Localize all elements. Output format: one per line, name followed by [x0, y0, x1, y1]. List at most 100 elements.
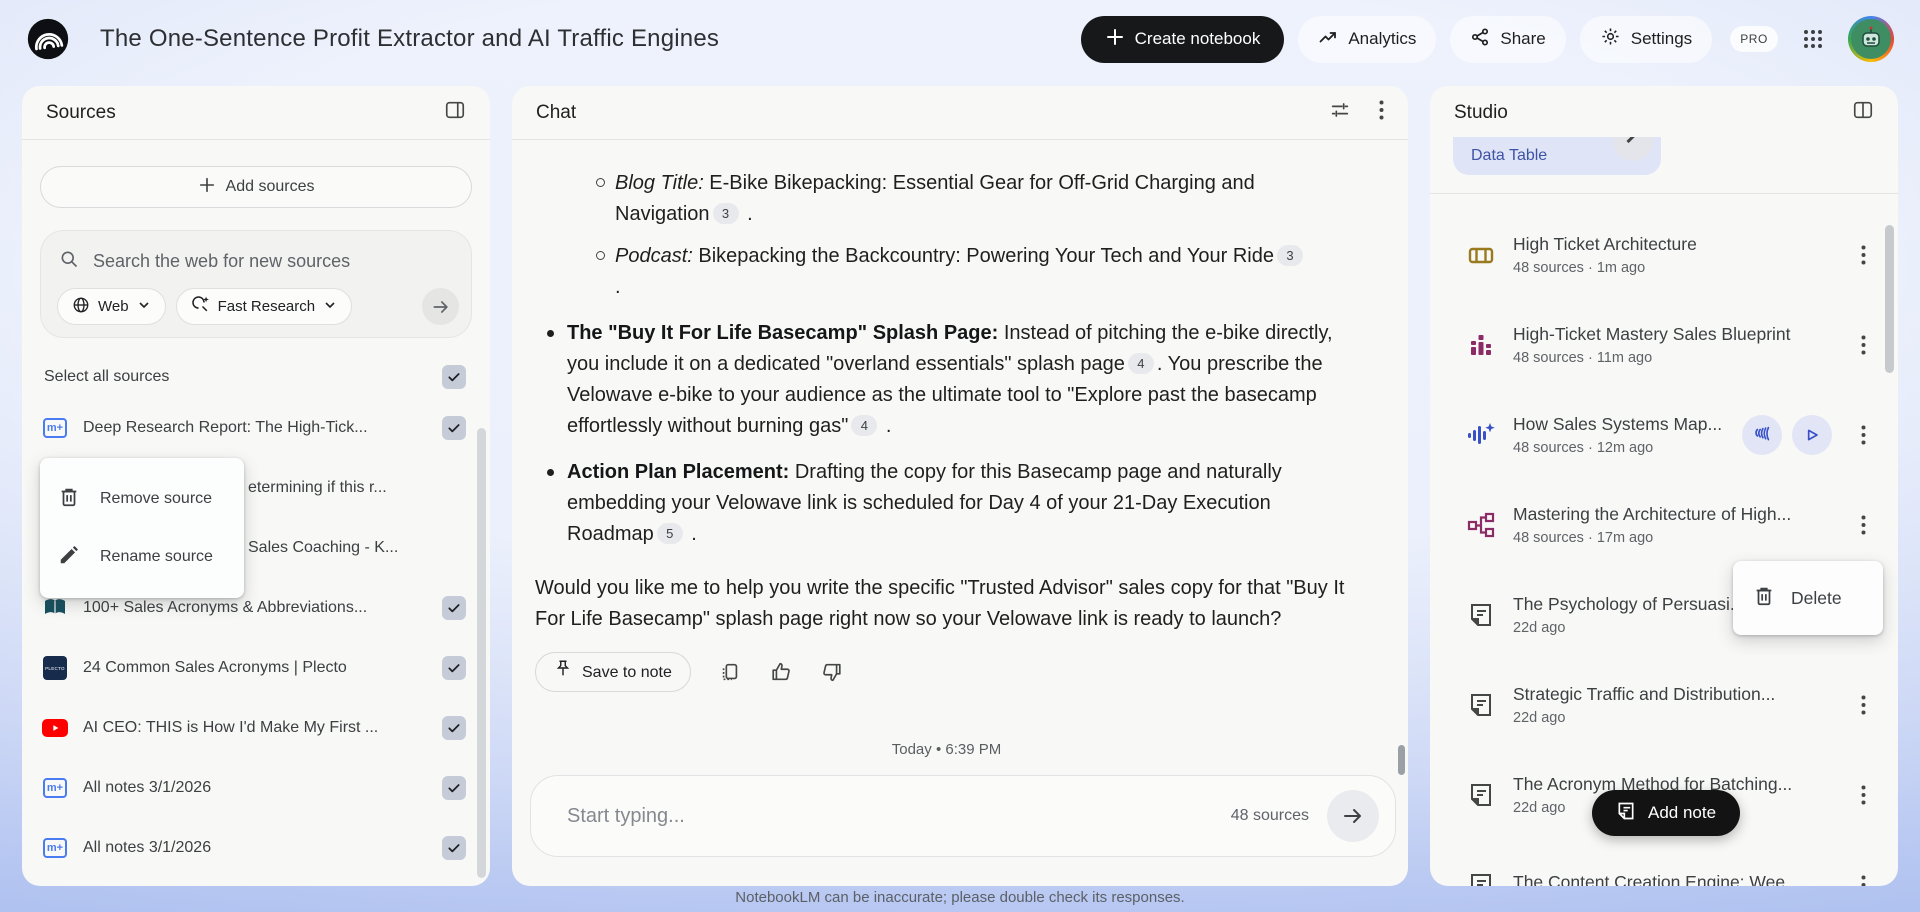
studio-item[interactable]: Mastering the Architecture of High... 48 … [1430, 480, 1898, 570]
search-icon [59, 249, 79, 274]
citation-chip[interactable]: 5 [656, 523, 683, 544]
source-checkbox[interactable] [442, 776, 466, 800]
search-submit-button[interactable] [422, 288, 459, 325]
apps-grid-icon[interactable] [1798, 24, 1828, 54]
source-row[interactable]: m+ Deep Research Report: The High-Tick..… [40, 398, 472, 458]
chat-sub-bullet: Podcast: Bikepacking the Backcountry: Po… [596, 241, 1308, 303]
citation-chip[interactable]: 4 [1127, 353, 1154, 374]
chat-bullet: Action Plan Placement: Drafting the copy… [547, 457, 1339, 550]
thumb-up-icon[interactable] [769, 660, 793, 684]
save-to-note-button[interactable]: Save to note [535, 652, 691, 692]
sparkle-search-icon [191, 295, 210, 318]
chat-closing-question: Would you like me to help you write the … [535, 577, 1345, 630]
avatar-robot-image [1851, 19, 1891, 59]
trash-icon [1753, 585, 1775, 612]
plecto-favicon: PLECTO [42, 655, 68, 681]
chat-date-divider: Today • 6:39 PM [891, 741, 1002, 758]
chat-header: Chat [512, 86, 1408, 140]
studio-panel: Studio Data Table High Ticket Architectu… [1430, 86, 1898, 886]
collapse-panel-icon[interactable] [444, 99, 466, 127]
kebab-icon[interactable] [1850, 420, 1876, 450]
delete-menu-item[interactable]: Delete [1733, 561, 1883, 635]
note-add-icon [1616, 801, 1636, 826]
source-checkbox[interactable] [442, 596, 466, 620]
citation-chip[interactable]: 3 [712, 203, 739, 224]
rename-source-menu-item[interactable]: Rename source [40, 528, 244, 586]
share-button[interactable]: Share [1450, 15, 1566, 63]
thumb-down-icon[interactable] [820, 660, 844, 684]
search-input[interactable] [93, 251, 455, 272]
kebab-icon[interactable] [1850, 510, 1876, 540]
source-count-label: 48 sources [1230, 807, 1309, 824]
studio-scroll-area: Data Table High Ticket Architecture 48 so… [1430, 137, 1898, 886]
studio-item[interactable]: High-Ticket Mastery Sales Blueprint 48 so… [1430, 300, 1898, 390]
chat-bullet: The "Buy It For Life Basecamp" Splash Pa… [547, 318, 1339, 442]
studio-item[interactable]: The Content Creation Engine: Wee... [1430, 840, 1898, 886]
chat-title: Chat [536, 101, 577, 123]
chat-scrollbar[interactable] [1398, 745, 1405, 775]
source-row[interactable]: m+ All notes 3/1/2026 [40, 818, 472, 878]
source-checkbox[interactable] [442, 416, 466, 440]
web-search-box: Web Fast Research [40, 230, 472, 338]
select-all-row: Select all sources [40, 358, 472, 396]
audio-waveform-icon [1466, 420, 1496, 450]
research-mode-chip[interactable]: Fast Research [175, 288, 353, 325]
add-note-button[interactable]: Add note [1592, 790, 1741, 836]
avatar[interactable] [1848, 16, 1894, 62]
interactive-mode-button[interactable] [1742, 415, 1782, 455]
kebab-icon[interactable] [1850, 690, 1876, 720]
studio-list: High Ticket Architecture 48 sources · 1m … [1430, 210, 1898, 886]
studio-scrollbar[interactable] [1885, 225, 1894, 373]
citation-chip[interactable]: 4 [851, 415, 878, 436]
globe-icon [72, 296, 90, 318]
copy-icon[interactable] [718, 660, 742, 684]
citation-chip[interactable]: 3 [1276, 245, 1303, 266]
chat-input[interactable] [567, 804, 1231, 828]
tune-icon[interactable] [1329, 99, 1351, 127]
play-button[interactable] [1792, 415, 1832, 455]
create-notebook-button[interactable]: Create notebook [1080, 15, 1285, 63]
pro-badge: PRO [1730, 26, 1778, 52]
select-all-checkbox[interactable] [442, 365, 466, 389]
trending-up-icon [1318, 27, 1338, 52]
settings-button[interactable]: Settings [1579, 15, 1713, 63]
kebab-icon[interactable] [1850, 780, 1876, 810]
add-sources-button[interactable]: Add sources [40, 166, 472, 208]
pencil-icon [58, 544, 80, 571]
studio-title: Studio [1454, 102, 1508, 123]
studio-item[interactable]: Strategic Traffic and Distribution... 22d… [1430, 660, 1898, 750]
flashcards-icon [1466, 240, 1496, 270]
chevron-down-icon [137, 298, 151, 316]
kebab-icon[interactable] [1850, 870, 1876, 886]
sources-scrollbar[interactable] [477, 428, 486, 878]
search-filters: Web Fast Research [57, 288, 459, 325]
divider [1430, 193, 1898, 194]
studio-item[interactable]: High Ticket Architecture 48 sources · 1m … [1430, 210, 1898, 300]
chevron-down-icon [323, 298, 337, 316]
collapse-panel-icon[interactable] [1852, 99, 1874, 127]
circle-bullet-icon [596, 178, 605, 187]
bullet-icon [547, 330, 554, 337]
remove-source-menu-item[interactable]: Remove source [40, 470, 244, 528]
bar-chart-icon [1466, 330, 1496, 360]
notebooklm-logo[interactable] [26, 17, 70, 61]
studio-item[interactable]: How Sales Systems Map... 48 sources · 12m… [1430, 390, 1898, 480]
source-row[interactable]: PLECTO 24 Common Sales Acronyms | Plecto [40, 638, 472, 698]
note-doc-icon [1466, 690, 1496, 720]
source-row[interactable]: AI CEO: THIS is How I'd Make My First ..… [40, 698, 472, 758]
sources-panel: Sources Add sources Web Fast Research [22, 86, 490, 886]
disclaimer-text: NotebookLM can be inaccurate; please dou… [735, 889, 1185, 906]
send-button[interactable] [1327, 790, 1379, 842]
message-actions: Save to note [535, 652, 1358, 692]
source-checkbox[interactable] [442, 716, 466, 740]
kebab-icon[interactable] [1850, 330, 1876, 360]
source-checkbox[interactable] [442, 836, 466, 860]
kebab-icon[interactable] [1379, 100, 1384, 126]
trash-icon [58, 486, 80, 513]
web-filter-chip[interactable]: Web [57, 288, 166, 325]
chat-message: Blog Title: E-Bike Bikepacking: Essentia… [512, 140, 1408, 765]
source-row[interactable]: m+ All notes 3/1/2026 [40, 758, 472, 818]
source-checkbox[interactable] [442, 656, 466, 680]
analytics-button[interactable]: Analytics [1298, 15, 1437, 63]
kebab-icon[interactable] [1850, 240, 1876, 270]
